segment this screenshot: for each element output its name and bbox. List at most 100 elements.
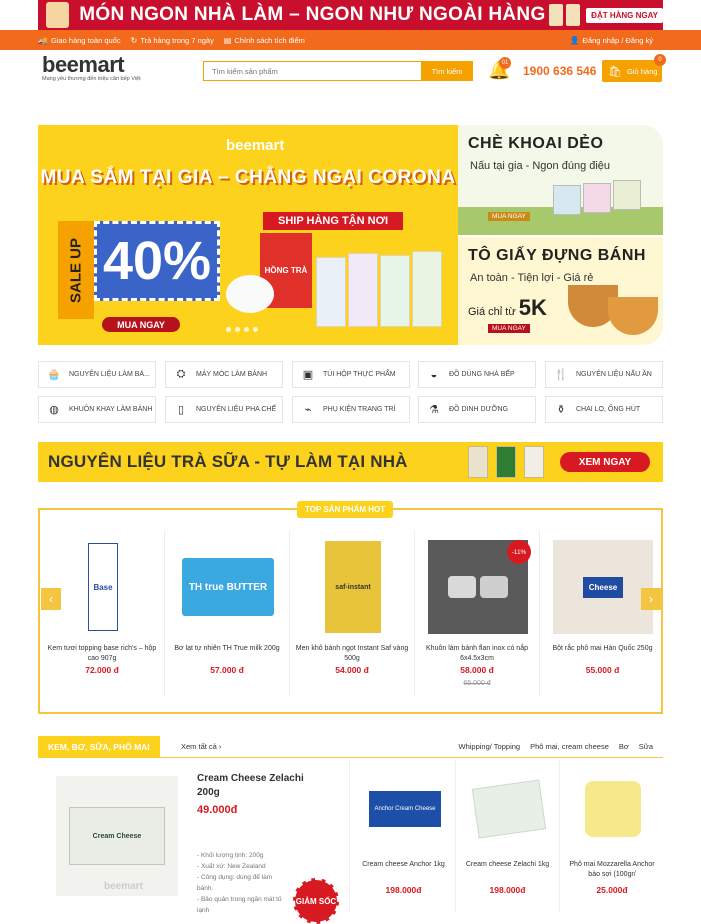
mold-icon: ◍ (49, 404, 59, 416)
side-banner-title: TÔ GIẤY ĐỰNG BÁNH (468, 247, 646, 264)
product-price: 25.000đ (596, 885, 628, 895)
product-card[interactable]: Cheese Bột rắc phô mai Hàn Quốc 250g 55.… (540, 530, 665, 696)
document-icon: ▤ (223, 35, 232, 45)
section-tab[interactable]: Phô mai, cream cheese (530, 742, 609, 751)
product-image (570, 766, 656, 852)
section-tab[interactable]: Sữa (639, 742, 653, 751)
product-card[interactable]: -11% Khuôn làm bánh flan inox có nắp 6x4… (415, 530, 540, 696)
login-link[interactable]: 👤 Đăng nhập / Đăng ký (570, 36, 653, 45)
promo-text: NGUYÊN LIỆU TRÀ SỮA - TỰ LÀM TẠI NHÀ (48, 452, 408, 471)
return-info[interactable]: ↻ Trả hàng trong 7 ngày (131, 36, 214, 45)
category-item[interactable]: ▯ NGUYÊN LIỆU PHA CHẾ (165, 396, 283, 423)
milk-tea-promo-banner[interactable]: NGUYÊN LIỆU TRÀ SỮA - TỰ LÀM TẠI NHÀ XEM… (38, 442, 663, 482)
side-banner-buy-button[interactable]: MUA NGAY (488, 324, 530, 333)
top-promo-banner[interactable]: MÓN NGON NHÀ LÀM – NGON NHƯ NGOÀI HÀNG Đ… (38, 0, 663, 30)
featured-product-name[interactable]: Cream Cheese Zelachi 200g (197, 772, 327, 800)
truck-icon: 🚚 (38, 35, 48, 45)
utensils-icon: 🍴 (554, 369, 568, 381)
product-price: 72.000 đ (85, 665, 119, 675)
product-image: TH true BUTTER (177, 540, 279, 634)
search-form: Tìm kiếm (203, 61, 473, 81)
tea-pack-image (380, 255, 410, 327)
tea-pack-image (348, 253, 378, 327)
featured-product-price: 49.000đ (197, 804, 238, 816)
hotline-number[interactable]: 1900 636 546 (523, 64, 596, 78)
logo-accent: mart (78, 52, 125, 77)
flash-sale-badge: GIẢM SỐC (293, 878, 339, 924)
featured-product[interactable]: Cream Cheese beemart Cream Cheese Zelach… (38, 760, 350, 924)
hot-products-section: TOP SẢN PHẨM HOT Base Kem tươi topping b… (38, 501, 665, 714)
box-icon: ▣ (302, 369, 314, 381)
category-item[interactable]: ⛭ MÁY MÓC LÀM BÁNH (165, 361, 283, 388)
top-banner-text: MÓN NGON NHÀ LÀM – NGON NHƯ NGOÀI HÀNG (79, 4, 546, 25)
site-logo[interactable]: beemart Mang yêu thương đến triệu căn bế… (42, 52, 141, 82)
sale-percent: 40% (94, 221, 220, 301)
cart-button[interactable]: 🛍 Giỏ hàng 0 (602, 54, 666, 82)
side-banner-price: Giá chỉ từ 5K (468, 295, 547, 320)
ship-label: SHIP HÀNG TẬN NƠI (263, 212, 403, 230)
category-item[interactable]: ⚗ ĐỒ DINH DƯỠNG (418, 396, 536, 423)
view-now-button[interactable]: XEM NGAY (560, 452, 650, 472)
hero-slider[interactable]: beemart MUA SẮM TẠI GIA – CHẲNG NGẠI COR… (38, 125, 458, 345)
nutrition-icon: ⚗ (429, 404, 439, 416)
side-banner-buy-button[interactable]: MUA NGAY (488, 212, 530, 221)
product-price: 198.000đ (385, 885, 422, 895)
image-watermark: beemart (104, 881, 143, 892)
product-image (466, 766, 552, 852)
prev-arrow-icon[interactable]: ‹ (41, 588, 61, 610)
category-item[interactable]: ▣ TÚI HỘP THỰC PHẨM (292, 361, 410, 388)
product-image: Cheese (552, 540, 654, 634)
section-title[interactable]: KEM, BƠ, SỮA, PHÔ MAI (38, 736, 160, 758)
shipping-info[interactable]: 🚚 Giao hàng toàn quốc (38, 36, 121, 45)
discount-badge: -11% (507, 540, 531, 564)
view-all-link[interactable]: Xem tất cả › (181, 742, 221, 751)
top-info-bar: 🚚 Giao hàng toàn quốc ↻ Trả hàng trong 7 n… (0, 30, 701, 50)
tea-pack-image (316, 257, 346, 327)
order-now-button[interactable]: ĐẶT HÀNG NGAY (586, 7, 663, 23)
side-banner-to-giay[interactable]: TÔ GIẤY ĐỰNG BÁNH An toàn - Tiện lợi - G… (458, 237, 663, 345)
next-arrow-icon[interactable]: › (641, 588, 661, 610)
search-input[interactable] (203, 61, 421, 81)
product-image: Base (52, 540, 154, 634)
user-icon: 👤 (569, 35, 580, 45)
product-name: Phô mai Mozzarella Anchor bào sợi (100gr… (569, 861, 655, 878)
section-tab[interactable]: Bơ (619, 742, 629, 751)
cart-icon: 🛍 (608, 65, 622, 78)
hot-products-tag: TOP SẢN PHẨM HOT (297, 501, 394, 518)
cup-icon: ▯ (177, 404, 185, 416)
category-item[interactable]: ⌁ PHỤ KIỆN TRANG TRÍ (292, 396, 410, 423)
product-name: Bơ lạt tự nhiên TH True milk 200g (174, 645, 280, 652)
section-tabs: Whipping/ Topping Phô mai, cream cheese … (459, 742, 654, 751)
section-tab[interactable]: Whipping/ Topping (459, 742, 521, 751)
tea-pack-image (412, 251, 442, 327)
hero-buy-now-button[interactable]: MUA NGAY (102, 317, 180, 332)
product-card[interactable]: Base Kem tươi topping base rich's – hộp … (40, 530, 165, 696)
side-banner-che-khoai[interactable]: CHÈ KHOAI DẺO Nấu tại gia - Ngon đúng đi… (458, 125, 663, 235)
product-name: Cream cheese Zelachi 1kg (465, 861, 550, 868)
product-card[interactable]: Phô mai Mozzarella Anchor bào sợi (100gr… (560, 760, 664, 912)
slider-dots[interactable] (226, 327, 258, 332)
product-card[interactable]: saf-instant Men khô bánh ngọt Instant Sa… (290, 530, 415, 696)
hero-brand: beemart (226, 137, 285, 154)
category-item[interactable]: ◍ KHUÔN KHAY LÀM BÁNH (38, 396, 156, 423)
product-old-price: 65.000 đ (463, 680, 491, 687)
product-card[interactable]: Anchor Cream Cheese Cream cheese Anchor … (352, 760, 456, 912)
logo-tagline: Mang yêu thương đến triệu căn bếp Việt (42, 76, 141, 82)
search-button[interactable]: Tìm kiếm (421, 61, 473, 81)
product-price: 198.000đ (489, 885, 526, 895)
category-item[interactable]: 🧁 NGUYÊN LIỆU LÀM BÁ... (38, 361, 156, 388)
product-card[interactable]: Cream cheese Zelachi 1kg 198.000đ (456, 760, 560, 912)
category-item[interactable]: ◒ ĐỒ DÙNG NHÀ BẾP (418, 361, 536, 388)
banner-product-image (548, 4, 563, 26)
category-item[interactable]: ⚱ CHAI LỌ, ỐNG HÚT (545, 396, 663, 423)
points-info[interactable]: ▤ Chính sách tích điểm (224, 36, 305, 45)
category-item[interactable]: 🍴 NGUYÊN LIỆU NẤU ĂN (545, 361, 663, 388)
product-card[interactable]: TH true BUTTER Bơ lạt tự nhiên TH True m… (165, 530, 290, 696)
product-name: Men khô bánh ngọt Instant Saf vàng 500g (295, 645, 409, 662)
cart-count: 0 (654, 54, 666, 66)
pot-icon: ◒ (430, 368, 438, 381)
side-banner-title: CHÈ KHOAI DẺO (468, 135, 604, 152)
product-image (613, 180, 641, 210)
notification-bell-icon[interactable]: 🔔 01 (488, 57, 511, 81)
piping-bag-icon: ⌁ (304, 404, 312, 416)
